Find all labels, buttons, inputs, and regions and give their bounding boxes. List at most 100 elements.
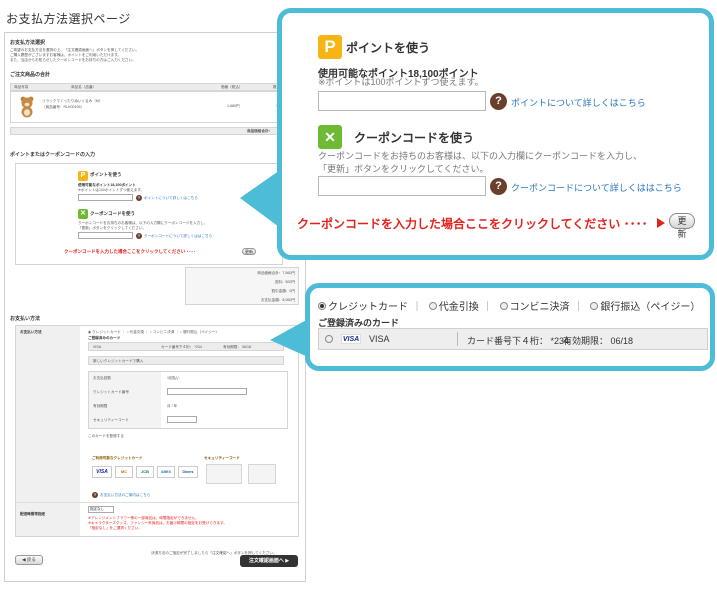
- point-title: ポイントを使う: [346, 41, 431, 55]
- mini-register-card[interactable]: このカードを登録する: [88, 434, 124, 439]
- mini-summary-line: 送料：500円: [274, 280, 295, 284]
- coupon-input[interactable]: [318, 176, 486, 196]
- radio-selected-icon: [318, 302, 326, 311]
- mini-card-form-label: 有効期限: [93, 404, 108, 408]
- mini-point-link[interactable]: ポイントについて詳しくはこちら: [144, 196, 198, 201]
- mini-point-input[interactable]: [78, 194, 133, 201]
- saved-card-expiry: 有効期限： 06/18: [563, 336, 634, 346]
- point-note: ※ポイントは100ポイントずつ使えます。: [318, 77, 484, 87]
- mini-card-form-label: クレジットカード番号: [93, 390, 129, 394]
- mini-saved-card-row[interactable]: VISA カード番号下４桁： *234 有効期限： 06/18: [88, 342, 284, 351]
- radio-bank-transfer[interactable]: 銀行振込（ペイジー）: [590, 302, 700, 313]
- saved-card-number: カード番号下４桁： *234: [467, 336, 570, 346]
- mini-saved-card-number: カード番号下４桁： *234: [161, 345, 202, 349]
- update-button[interactable]: 更新: [669, 213, 695, 239]
- security-card-image: [248, 464, 276, 484]
- mini-divider: [16, 502, 298, 503]
- mini-summary: 商品価格合計：7,560円 送料：500円 割引金額：0円 お支払金額：8,06…: [185, 267, 299, 305]
- question-icon[interactable]: ?: [136, 195, 142, 201]
- mini-saved-card-expiry: 有効期限： 06/18: [223, 345, 251, 349]
- mini-delivery-select[interactable]: 指定なし: [88, 506, 114, 513]
- mini-point-title: ポイントを使う: [90, 172, 122, 177]
- order-page-thumbnail: お支払方法選択 ご希望のお支払方法を選択の上、「注文確認画面へ」ボタンを押してく…: [4, 32, 306, 582]
- mini-coupon-title: クーポンコードを使う: [90, 211, 135, 216]
- mini-payment-section: お支払い方法: [10, 316, 41, 322]
- mini-security-code-input[interactable]: [167, 416, 197, 423]
- mini-saved-card-brand: VISA: [93, 345, 102, 349]
- radio-icon: [499, 302, 508, 311]
- radio-label: 代金引換: [438, 302, 479, 313]
- mini-product-row: リラックマくったりぬいぐるみ（M） （商品番号：RLK00155） 1,680円…: [10, 91, 300, 123]
- mini-subtotal-bar: 商品価格合計：: [10, 127, 300, 135]
- jcb-logo: JCB: [136, 466, 154, 478]
- mini-intro-line: また、当店からお知らせしたクーポンコードをお持ちの方はご入力ください。: [10, 58, 136, 62]
- security-card-image: [206, 464, 242, 484]
- coupon-instruction-line2: 「更新」ボタンをクリックしてください。: [318, 164, 489, 174]
- mini-payment-methods: ◉ クレジットカード ｜ ○ 代金引換 ｜ ○ コンビニ決済 ｜ ○ 銀行振込（…: [88, 330, 220, 334]
- visa-logo: VISA: [341, 334, 361, 344]
- mini-new-card-label: 新しいクレジットカードで購入: [93, 359, 144, 363]
- coupon-title: クーポンコードを使う: [354, 131, 475, 145]
- mini-delivery-label: 配送時間帯指定: [20, 512, 46, 516]
- next-button[interactable]: 注文確認画面へ ▶: [240, 555, 298, 567]
- question-icon[interactable]: ?: [92, 492, 98, 498]
- mini-header: お支払方法選択: [10, 40, 46, 46]
- mini-brands-title: ご利用可能なクレジットカード: [92, 456, 143, 460]
- mini-point-coupon-box: P ポイントを使う 使用可能なポイント18,100ポイント ※ポイントは100ポ…: [15, 163, 283, 265]
- mini-payment-label-col: [16, 326, 80, 536]
- mini-summary-line: 割引金額：0円: [271, 289, 295, 293]
- page-title: お支払方法選択ページ: [6, 12, 131, 26]
- radio-credit-card[interactable]: クレジットカード: [318, 302, 408, 313]
- radio-cash-on-delivery[interactable]: 代金引換: [428, 302, 479, 313]
- mastercard-logo: MC: [115, 466, 133, 478]
- mini-card-form: お支払回数 クレジットカード番号 有効期限 セキュリティーコード 1回払い 月 …: [88, 371, 288, 429]
- mini-saved-title: ご登録済みのカード: [88, 336, 121, 340]
- saved-card-row[interactable]: VISA VISA カード番号下４桁： *234 有効期限： 06/18: [318, 328, 708, 350]
- mini-card-expiry-select[interactable]: 月 / 年: [167, 404, 177, 409]
- point-coupon-callout: P ポイントを使う 使用可能なポイント18,100ポイント ※ポイントは100ポ…: [277, 8, 714, 260]
- payment-method-callout: クレジットカード｜ 代金引換｜ コンビニ決済｜ 銀行振込（ペイジー） ご登録済み…: [305, 283, 715, 371]
- mini-coupon-prompt: クーポンコードを入力した場合ここをクリックしてください ････: [64, 249, 196, 254]
- radio-icon[interactable]: [325, 335, 333, 343]
- point-input[interactable]: [318, 91, 486, 111]
- mini-th: 商品写真: [14, 85, 29, 89]
- point-info-link[interactable]: ポイントについて詳しくはこちら: [511, 96, 646, 109]
- mini-card-form-value[interactable]: 1回払い: [167, 376, 180, 381]
- mini-coupon-link[interactable]: クーポンコードについて詳しくははこちら: [144, 234, 212, 239]
- mini-product-name: リラックマくったりぬいぐるみ（M）: [42, 99, 103, 103]
- coupon-update-prompt: クーポンコードを入力した場合ここをクリックしてください ････: [297, 217, 648, 231]
- mini-product-code: （商品番号：RLK00155）: [42, 105, 85, 109]
- point-p-icon: P: [78, 171, 88, 181]
- mini-card-number-input[interactable]: [167, 388, 247, 395]
- radio-icon: [428, 302, 437, 311]
- back-button[interactable]: ◀ 戻る: [15, 555, 43, 565]
- separator: ｜: [412, 302, 422, 313]
- mini-coupon-line: 「更新」ボタンをクリックしてください。: [78, 226, 147, 230]
- mini-note: 「指定なし」をご選択ください。: [88, 526, 142, 530]
- mini-order-section: ご注文商品の合計: [10, 72, 51, 78]
- mini-update-button[interactable]: 更新: [242, 248, 256, 255]
- mini-table-header: 商品写真 商品名（品番） 価格（税込） 数量: [10, 83, 300, 91]
- mini-new-card-row[interactable]: 新しいクレジットカードで購入: [88, 356, 284, 365]
- bear-thumbnail: [19, 96, 35, 118]
- coupon-instruction-line1: クーポンコードをお持ちのお客様は、以下の入力欄にクーポンコードを入力し、: [318, 151, 643, 161]
- visa-logo: VISA: [92, 466, 112, 478]
- mini-coupon-input[interactable]: [78, 232, 133, 239]
- radio-convenience-store[interactable]: コンビニ決済: [499, 302, 570, 313]
- payment-method-radios: クレジットカード｜ 代金引換｜ コンビニ決済｜ 銀行振込（ペイジー）: [318, 298, 700, 313]
- radio-label: 銀行振込（ペイジー）: [600, 302, 701, 313]
- divider: [457, 332, 458, 346]
- mini-payment-label: お支払い方法: [20, 330, 42, 334]
- question-icon[interactable]: ?: [490, 178, 507, 195]
- mini-point-note: ※ポイントは100ポイントずつ使えます。: [78, 188, 145, 192]
- question-icon[interactable]: ?: [490, 93, 507, 110]
- mini-help-link[interactable]: お支払い方法のご案内はこちら: [100, 493, 150, 498]
- mini-point-coupon-section: ポイントまたはクーポンコードの入力: [10, 152, 96, 158]
- coupon-info-link[interactable]: クーポンコードについて詳しくははこちら: [511, 181, 682, 194]
- mini-th: 価格（税込）: [221, 85, 243, 89]
- mini-security-title: セキュリティーコード: [204, 456, 240, 460]
- coupon-clover-icon: ✕: [78, 209, 88, 219]
- mini-th: 商品名（品番）: [71, 85, 97, 89]
- question-icon[interactable]: ?: [136, 233, 142, 239]
- separator: ｜: [573, 302, 584, 313]
